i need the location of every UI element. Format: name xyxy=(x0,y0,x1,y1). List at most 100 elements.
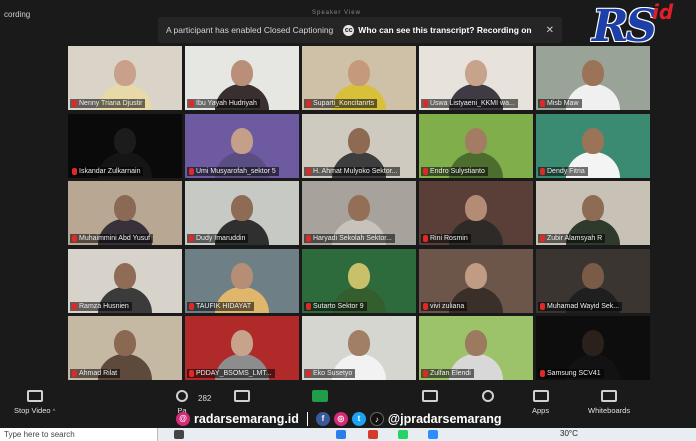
muted-mic-icon xyxy=(189,370,194,377)
apps-icon xyxy=(532,390,549,402)
participant-name: Ibu Yayah Hudriyah xyxy=(196,100,257,107)
participant-name-label: Suparti_Koncitanrts xyxy=(304,99,378,108)
participant-name: Zubir Alamsyah R xyxy=(547,235,603,242)
participant-name-label: Zubir Alamsyah R xyxy=(538,234,606,243)
share-screen-button[interactable] xyxy=(312,390,328,406)
participant-face xyxy=(348,330,370,356)
participant-face xyxy=(231,127,253,154)
participant-tile[interactable]: Rini Rosmin xyxy=(419,181,533,245)
close-icon[interactable]: ✕ xyxy=(546,25,554,36)
participant-face xyxy=(348,60,370,86)
task-view-icon[interactable] xyxy=(174,430,184,439)
participant-tile[interactable]: Iskandar Zulkarnain xyxy=(68,113,182,178)
participant-name: Umi Musyarofah_sektor 5 xyxy=(196,167,276,175)
participant-tile[interactable]: Misb Maw xyxy=(536,46,650,110)
participant-name: Sutarto Sektor 9 xyxy=(313,302,364,310)
participant-name: Zulfan Elendi xyxy=(430,370,471,377)
participant-name: Ahmad Rilat xyxy=(79,370,118,377)
transcript-question[interactable]: Who can see this transcript? Recording o… xyxy=(358,25,531,35)
participant-tile[interactable]: PDDAY_BSOMS_LMT... xyxy=(185,316,299,380)
site-url: radarsemarang.id xyxy=(194,412,299,426)
participant-tile[interactable]: Sutarto Sektor 9 xyxy=(302,248,416,313)
muted-mic-icon xyxy=(189,235,194,242)
participant-face xyxy=(465,127,487,154)
participant-name-label: Dendy Fitria xyxy=(538,166,588,176)
weather-temperature: 30°C xyxy=(560,429,578,438)
apps-button[interactable]: Apps xyxy=(532,390,549,415)
tiktok-icon: ♪ xyxy=(369,412,384,426)
participant-tile[interactable]: Haryadi Sekolah Sektor... xyxy=(302,181,416,245)
participant-tile[interactable]: Dendy Fitria xyxy=(536,113,650,178)
participant-name-label: Haryadi Sekolah Sektor... xyxy=(304,234,395,243)
participant-tile[interactable]: Uswa Listyaeni_KKMI wa... xyxy=(419,46,533,110)
participant-tile[interactable]: Nenny Triana Djustir xyxy=(68,46,182,110)
chat-icon xyxy=(234,390,250,402)
participant-tile[interactable]: Dudy Imaruddin xyxy=(185,181,299,245)
participant-name: Endro Sulystianto xyxy=(430,167,485,175)
view-label[interactable]: Speaker View xyxy=(312,10,361,16)
participant-tile[interactable]: vivi zuliana xyxy=(419,248,533,313)
taskbar-search[interactable]: Type here to search xyxy=(0,428,158,441)
opera-icon[interactable] xyxy=(368,430,378,439)
participant-name: Haryadi Sekolah Sektor... xyxy=(313,235,392,242)
participant-name-label: Endro Sulystianto xyxy=(421,166,488,176)
stop-video-button[interactable]: Stop Video ^ xyxy=(14,390,55,415)
participants-count: 282 xyxy=(198,394,212,403)
participant-tile[interactable]: H. Ahmat Mulyoko Sektor... xyxy=(302,113,416,178)
participant-name: Samsung SCV41 xyxy=(547,370,601,377)
banner-message: A participant has enabled Closed Caption… xyxy=(166,25,334,35)
whiteboard-icon xyxy=(601,390,618,402)
muted-mic-icon xyxy=(189,302,194,310)
participant-tile[interactable]: Samsung SCV41 xyxy=(536,316,650,380)
zoom-icon[interactable] xyxy=(428,430,438,439)
participant-tile[interactable]: TAUFIK HIDAYAT xyxy=(185,248,299,313)
windows-taskbar: Type here to search 30°C xyxy=(0,428,696,441)
participant-name-label: Samsung SCV41 xyxy=(538,369,604,378)
participant-tile[interactable]: Endro Sulystianto xyxy=(419,113,533,178)
participant-face xyxy=(231,262,253,289)
whatsapp-icon[interactable] xyxy=(398,430,408,439)
captions-button[interactable] xyxy=(422,390,438,406)
participant-tile[interactable]: Ahmad Rilat xyxy=(68,316,182,380)
closed-caption-banner: A participant has enabled Closed Caption… xyxy=(158,17,562,43)
participant-tile[interactable]: Zubir Alamsyah R xyxy=(536,181,650,245)
muted-mic-icon xyxy=(189,100,194,107)
zoom-meeting-window: cording Speaker View A participant has e… xyxy=(0,0,696,441)
participant-name: Dendy Fitria xyxy=(547,167,585,175)
recording-label: cording xyxy=(4,10,31,19)
participant-tile[interactable]: Suparti_Koncitanrts xyxy=(302,46,416,110)
participant-face xyxy=(582,127,604,154)
whiteboards-button[interactable]: Whiteboards xyxy=(588,390,630,415)
web-icon: @ xyxy=(176,412,190,426)
participant-tile[interactable]: Umi Musyarofah_sektor 5 xyxy=(185,113,299,178)
participant-name: Ramza Husnien xyxy=(79,302,129,310)
chevron-up-icon[interactable]: ^ xyxy=(53,409,56,415)
participant-name-label: TAUFIK HIDAYAT xyxy=(187,301,255,311)
chat-button[interactable] xyxy=(234,390,250,406)
twitter-icon: t xyxy=(351,412,366,426)
chrome-icon[interactable] xyxy=(336,430,346,439)
participant-name: Suparti_Koncitanrts xyxy=(313,100,375,107)
participant-face xyxy=(465,195,487,221)
reactions-button[interactable] xyxy=(482,390,494,406)
participant-tile[interactable]: Muhaimmini Abd Yusuf xyxy=(68,181,182,245)
participant-face xyxy=(348,195,370,221)
facebook-icon: f xyxy=(315,412,330,426)
participant-name-label: Dudy Imaruddin xyxy=(187,234,249,243)
participant-face xyxy=(582,195,604,221)
participant-tile[interactable]: Zulfan Elendi xyxy=(419,316,533,380)
muted-mic-icon xyxy=(540,100,545,107)
participant-tile[interactable]: Muhamad Wayid Sek... xyxy=(536,248,650,313)
participant-tile[interactable]: Ramza Husnien xyxy=(68,248,182,313)
participant-face xyxy=(231,195,253,221)
participant-name: Rini Rosmin xyxy=(430,235,468,242)
cc-icon: cc xyxy=(343,24,355,36)
muted-mic-icon xyxy=(423,302,428,310)
participant-tile[interactable]: Ibu Yayah Hudriyah xyxy=(185,46,299,110)
participant-name-label: Umi Musyarofah_sektor 5 xyxy=(187,166,279,176)
participant-face xyxy=(114,60,136,86)
participant-tile[interactable]: Eko Susetyo xyxy=(302,316,416,380)
participant-name: vivi zuliana xyxy=(430,302,465,310)
muted-mic-icon xyxy=(540,370,545,377)
divider xyxy=(306,412,308,426)
